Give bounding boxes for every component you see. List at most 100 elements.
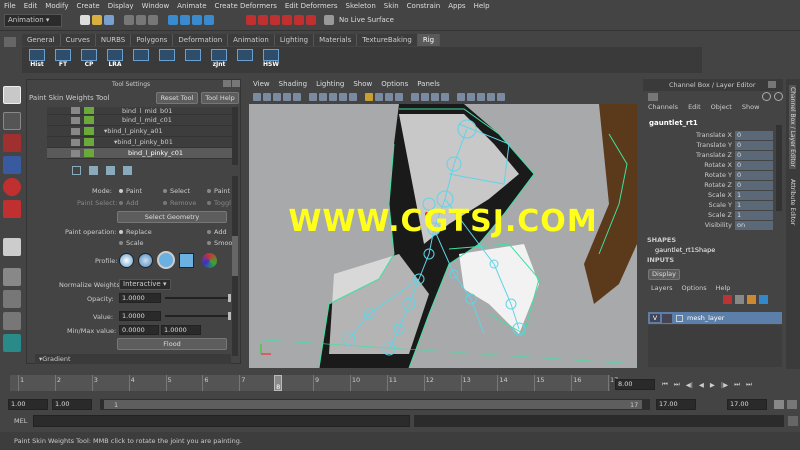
channel-row[interactable]: Scale Z1 [645, 210, 773, 220]
viewport-menu-shading[interactable]: Shading [279, 80, 307, 90]
select-component-icon[interactable] [148, 15, 158, 25]
rotate-tool-icon[interactable] [3, 178, 21, 196]
joint-row[interactable]: bind_l_mid_b01 [47, 107, 232, 115]
tool-settings-scrollbar[interactable] [232, 176, 238, 356]
channel-box-toggle-icon[interactable] [762, 92, 771, 101]
value-slider-handle[interactable] [228, 312, 231, 320]
lights-icon[interactable] [339, 92, 347, 101]
input-ops-icon[interactable] [306, 15, 316, 25]
joint-row-selected[interactable]: bind_l_pinky_c01 [47, 148, 232, 159]
paste-weights-icon[interactable] [123, 166, 132, 175]
viewport-menu-panels[interactable]: Panels [417, 80, 440, 90]
channel-row[interactable]: Rotate X0 [645, 160, 773, 170]
channel-value[interactable]: on [735, 220, 773, 230]
value-slider[interactable] [165, 312, 231, 320]
profile-solid-icon[interactable] [157, 251, 175, 269]
shelf-button-hsw[interactable]: HSW [260, 49, 282, 71]
hold-weights-icon[interactable] [89, 166, 98, 175]
viewport[interactable]: WWW.CGTSJ.COM [249, 104, 637, 368]
menu-help[interactable]: Help [474, 2, 490, 10]
menu-create-deformers[interactable]: Create Deformers [215, 2, 277, 10]
shelf-tab-general[interactable]: General [22, 34, 61, 46]
layer-move-up-icon[interactable] [747, 295, 756, 304]
shelf-button-hist[interactable]: Hist [26, 49, 48, 71]
channel-value[interactable]: 1 [735, 200, 773, 210]
layer-color-swatch[interactable] [676, 314, 683, 322]
render-settings-icon[interactable] [282, 15, 292, 25]
paint-select-tool-icon[interactable] [3, 134, 21, 152]
channel-row[interactable]: Translate X0 [645, 130, 773, 140]
op-scale-radio[interactable]: Scale [119, 239, 144, 247]
viewport-menu-options[interactable]: Options [381, 80, 408, 90]
channel-row[interactable]: Translate Z0 [645, 150, 773, 160]
range-slider[interactable]: 1 17 [100, 399, 650, 410]
image-plane-icon[interactable] [283, 92, 291, 101]
shelf-menu-icon[interactable] [4, 37, 16, 47]
layout-two-icon[interactable] [3, 312, 21, 330]
bookmark-icon[interactable] [273, 92, 281, 101]
menu-set-dropdown[interactable]: Animation ▾ [4, 14, 62, 27]
layer-menu-help[interactable]: Help [716, 284, 731, 292]
step-back-key-icon[interactable]: ⏭ [674, 380, 680, 389]
shelf-tab-animation[interactable]: Animation [228, 34, 275, 46]
profile-soft-icon[interactable] [138, 252, 153, 268]
channel-box-layer-icon[interactable] [774, 92, 783, 101]
select-tool-icon[interactable] [3, 86, 21, 104]
channel-box-scrollbar[interactable] [776, 125, 782, 211]
menu-edit-deformers[interactable]: Edit Deformers [285, 2, 338, 10]
op-smooth-radio[interactable]: Smoo [207, 239, 232, 247]
channel-box-lock-icon[interactable] [648, 93, 658, 101]
menu-constrain[interactable]: Constrain [407, 2, 441, 10]
shelf-tab-nurbs[interactable]: NURBS [95, 34, 132, 46]
scale-tool-icon[interactable] [3, 200, 21, 218]
copy-weights-icon[interactable] [106, 166, 115, 175]
joint-row[interactable]: ▾ bind_l_pinky_b01 [47, 137, 232, 148]
channel-box-float-icon[interactable] [768, 81, 776, 88]
mode-radio-paint[interactable]: Paint [119, 187, 142, 195]
shelf-button-tool6[interactable] [182, 49, 204, 71]
gradient-section-header[interactable]: ▾ Gradient [35, 354, 231, 364]
shelf-button-ft[interactable]: FT [52, 49, 74, 71]
shelf-tab-polygons[interactable]: Polygons [131, 34, 174, 46]
step-forward-key-icon[interactable]: ⏭ [734, 380, 740, 389]
shelf-button-lra[interactable]: LRA [104, 49, 126, 71]
grid-icon[interactable] [293, 92, 301, 101]
ipr-render-icon[interactable] [270, 15, 280, 25]
close-panel-icon[interactable] [232, 80, 240, 87]
shelf-tab-deformation[interactable]: Deformation [173, 34, 229, 46]
channel-value[interactable]: 1 [735, 190, 773, 200]
profile-gaussian-icon[interactable] [119, 252, 134, 268]
current-frame-field[interactable]: 8.00 [615, 379, 655, 390]
profile-square-icon[interactable] [179, 252, 194, 268]
play-backward-icon[interactable]: ◀ [699, 381, 704, 389]
mode-radio-paint-select[interactable]: Paint [207, 187, 230, 195]
menu-edit[interactable]: Edit [24, 2, 38, 10]
new-scene-icon[interactable] [80, 15, 90, 25]
backface-icon[interactable] [395, 92, 403, 101]
normalize-weights-dropdown[interactable]: Interactive ▾ [119, 279, 171, 290]
viewport-menu-view[interactable]: View [253, 80, 270, 90]
shelf-button-tool8[interactable] [234, 49, 256, 71]
channel-value[interactable]: 0 [735, 170, 773, 180]
shelf-button-tool5[interactable] [156, 49, 178, 71]
new-layer-icon[interactable] [723, 295, 732, 304]
flood-button[interactable]: Flood [117, 338, 227, 350]
textured-icon[interactable] [329, 92, 337, 101]
xray-joints-icon[interactable] [385, 92, 393, 101]
field-chart-icon[interactable] [477, 92, 485, 101]
channel-row[interactable]: Scale X1 [645, 190, 773, 200]
channel-row[interactable]: Rotate Z0 [645, 180, 773, 190]
command-input[interactable] [33, 415, 410, 427]
shelf-tab-materials[interactable]: Materials [314, 34, 358, 46]
menu-apps[interactable]: Apps [448, 2, 465, 10]
menu-create[interactable]: Create [76, 2, 99, 10]
shelf-tab-texturebaking[interactable]: TextureBaking [357, 34, 418, 46]
channel-menu-object[interactable]: Object [711, 103, 732, 111]
opacity-slider[interactable] [165, 294, 231, 302]
playback-end-field[interactable]: 17.00 [656, 399, 696, 410]
shelf-tab-lighting[interactable]: Lighting [274, 34, 315, 46]
mode-radio-select[interactable]: Select [163, 187, 190, 195]
layer-move-down-icon[interactable] [759, 295, 768, 304]
menu-skin[interactable]: Skin [384, 2, 399, 10]
channel-row[interactable]: Translate Y0 [645, 140, 773, 150]
